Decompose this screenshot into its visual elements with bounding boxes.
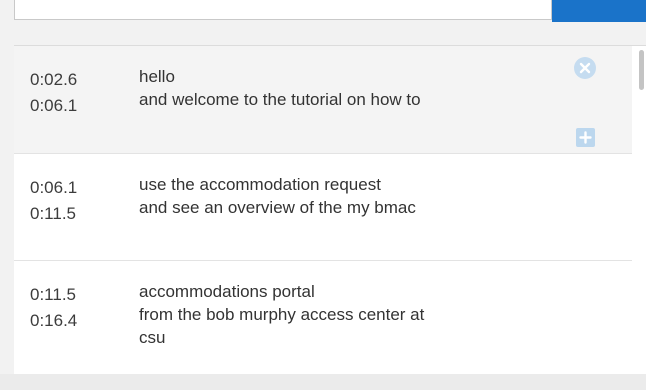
caption-cue[interactable]: 0:06.1 0:11.5 use the accommodation requ… [14, 154, 632, 261]
cue-text-line: accommodations portal [139, 282, 315, 301]
add-cue-icon[interactable] [576, 128, 595, 147]
cue-start-time[interactable]: 0:02.6 [30, 67, 120, 93]
scrollbar-thumb[interactable] [639, 50, 644, 90]
cue-text-line: hello [139, 67, 175, 86]
cue-times: 0:02.6 0:06.1 [30, 67, 120, 119]
cue-text-line: and welcome to the tutorial on how to [139, 90, 421, 109]
action-button[interactable] [552, 0, 646, 22]
cue-text[interactable]: accommodations portal from the bob murph… [139, 280, 539, 349]
remove-cue-icon[interactable] [574, 57, 596, 79]
top-toolbar [14, 0, 646, 22]
cue-text-line: and see an overview of the my bmac [139, 198, 416, 217]
cue-start-time[interactable]: 0:06.1 [30, 175, 120, 201]
list-bottom-edge [0, 374, 646, 390]
caption-cue[interactable]: 0:02.6 0:06.1 hello and welcome to the t… [14, 46, 632, 154]
cue-times: 0:11.5 0:16.4 [30, 282, 120, 334]
cue-text-line: from the bob murphy access center at [139, 305, 425, 324]
scrollbar[interactable] [638, 46, 646, 390]
cue-end-time[interactable]: 0:06.1 [30, 93, 120, 119]
cue-end-time[interactable]: 0:16.4 [30, 308, 120, 334]
caption-cue[interactable]: 0:11.5 0:16.4 accommodations portal from… [14, 261, 632, 390]
close-icon [579, 62, 591, 74]
plus-icon [579, 131, 592, 144]
cue-text[interactable]: hello and welcome to the tutorial on how… [139, 65, 539, 111]
cue-text-line: csu [139, 328, 166, 347]
cue-end-time[interactable]: 0:11.5 [30, 201, 120, 227]
caption-cue-list: 0:02.6 0:06.1 hello and welcome to the t… [14, 45, 646, 390]
caption-editor: 0:02.6 0:06.1 hello and welcome to the t… [0, 0, 646, 390]
cue-times: 0:06.1 0:11.5 [30, 175, 120, 227]
caption-text-input[interactable] [14, 0, 552, 20]
cue-text-line: use the accommodation request [139, 175, 381, 194]
cue-start-time[interactable]: 0:11.5 [30, 282, 120, 308]
cue-text[interactable]: use the accommodation request and see an… [139, 173, 539, 219]
